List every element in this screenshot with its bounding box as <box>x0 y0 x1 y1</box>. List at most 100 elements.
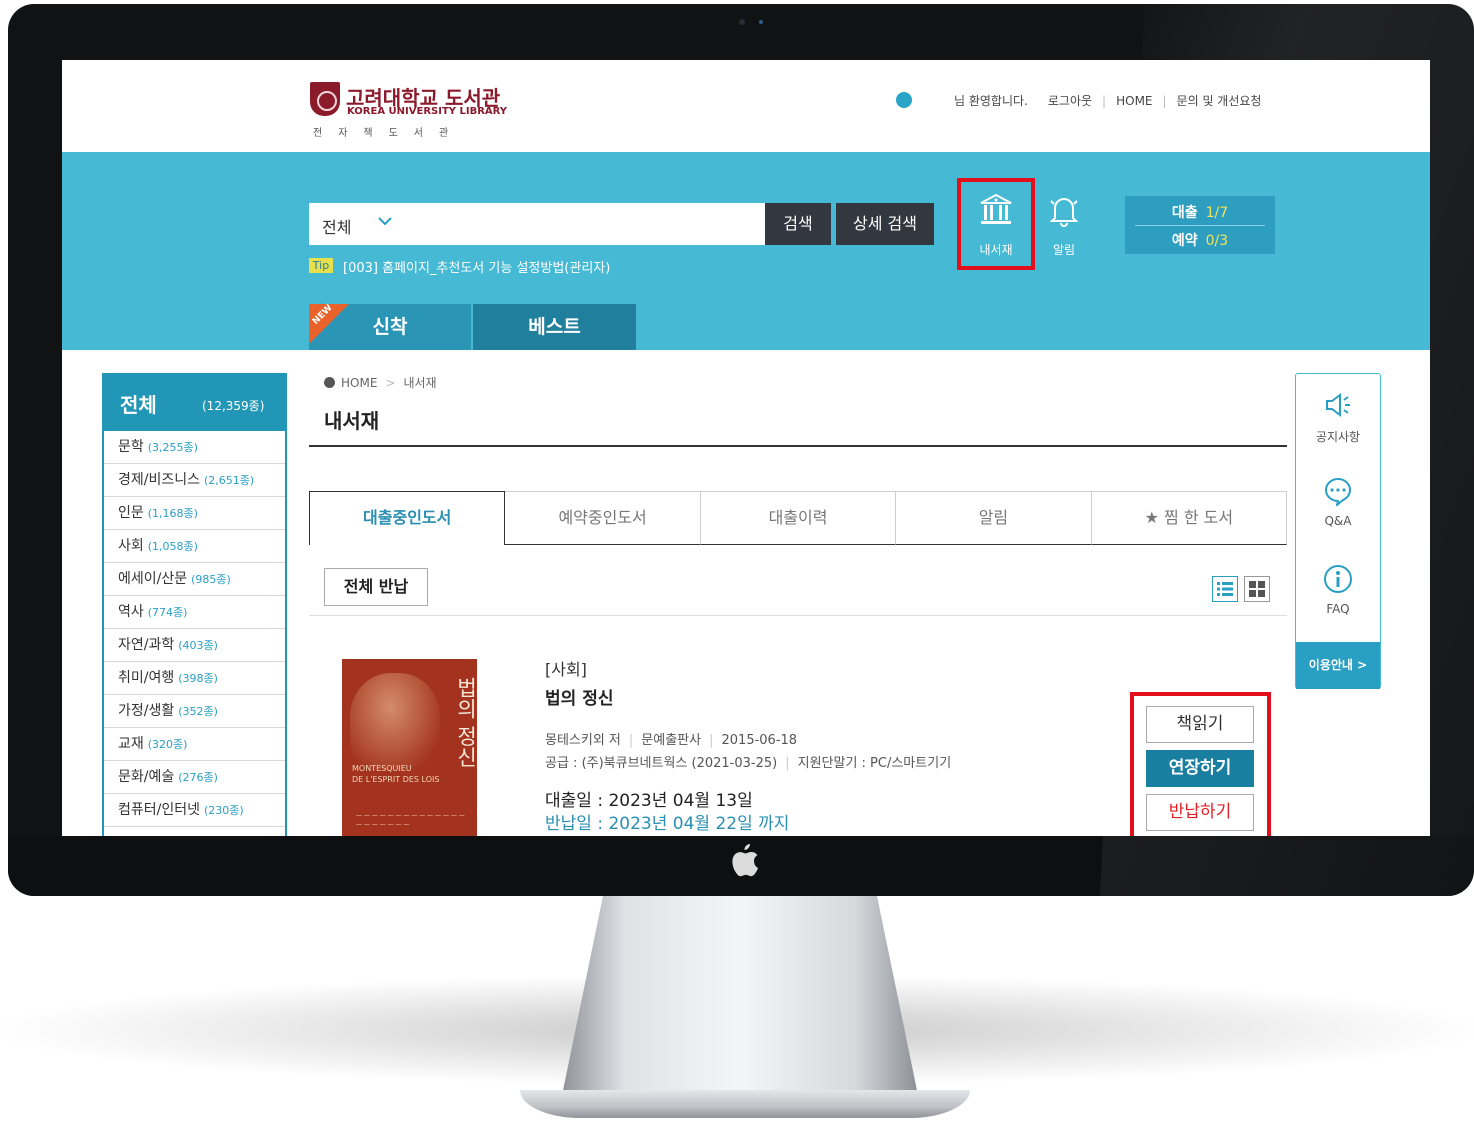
chevron-down-svg <box>378 217 392 226</box>
faq-button[interactable]: FAQ <box>1296 564 1380 616</box>
tab-reserved[interactable]: 예약중인도서 <box>505 491 701 545</box>
chevron-down-icon[interactable] <box>377 213 393 233</box>
category-count: (2,651종) <box>204 474 255 487</box>
category-item[interactable]: 역사 (774종) <box>104 596 285 629</box>
category-label: 문화/예술 <box>118 769 175 785</box>
search-button[interactable]: 검색 <box>765 203 831 245</box>
book-device: 지원단말기 : PC/스마트기기 <box>797 756 952 771</box>
breadcrumb-separator: > <box>385 376 396 390</box>
tab-on-loan[interactable]: 대출중인도서 <box>309 491 506 545</box>
loan-value: 1/7 <box>1205 205 1229 221</box>
logout-link[interactable]: 로그아웃 <box>1048 92 1092 109</box>
category-item[interactable]: 가정/생활 (352종) <box>104 695 285 728</box>
advanced-search-button[interactable]: 상세 검색 <box>836 203 934 245</box>
inquiry-link[interactable]: 문의 및 개선요청 <box>1177 92 1262 109</box>
page-title: 내서재 <box>324 409 380 433</box>
site-logo-tagline: 전자책도서관 <box>313 128 465 139</box>
book-supply-info: 공급 : (주)북큐브네트웍스 (2021-03-25) | 지원단말기 : PC/… <box>545 752 951 771</box>
category-label: 에세이/산문 <box>118 571 188 587</box>
category-item[interactable]: 자연/과학 (403종) <box>104 629 285 662</box>
chat-svg <box>1325 477 1351 508</box>
search-input[interactable]: 전체 <box>309 203 765 245</box>
cover-author-fr: MONTESQUIEU <box>352 764 412 773</box>
category-label: 취미/여행 <box>118 670 175 686</box>
tab-alarm[interactable]: 알림 <box>896 491 1092 545</box>
shelf-tabs: 대출중인도서 예약중인도서 대출이력 알림 ★ 찜 한 도서 <box>309 491 1288 545</box>
book-category: [사회] <box>545 660 587 679</box>
category-count: (774종) <box>147 606 188 619</box>
list-view-icon[interactable] <box>1212 576 1238 602</box>
separator: | <box>785 756 790 771</box>
info-svg <box>1324 565 1352 593</box>
category-label: 역사 <box>118 604 144 620</box>
reserve-status: 예약 0/3 <box>1125 230 1275 250</box>
list-view-svg <box>1217 582 1233 596</box>
category-all[interactable]: 전체 (12,359종) <box>102 373 287 431</box>
book-meta: 몽테스키외 저 | 문예출판사 | 2015-06-18 <box>545 729 797 748</box>
breadcrumb: HOME > 내서재 <box>324 374 437 391</box>
category-count: (320종) <box>147 738 188 751</box>
separator: | <box>1102 93 1107 108</box>
category-label: 가정/생활 <box>118 703 175 719</box>
book-author: 몽테스키외 저 <box>545 733 621 748</box>
alarm-label: 알림 <box>1052 243 1076 257</box>
home-link[interactable]: HOME <box>1116 94 1152 108</box>
category-count: (230종) <box>204 804 244 817</box>
book-title[interactable]: 법의 정신 <box>545 684 613 709</box>
category-all-count: (12,359종) <box>202 399 265 413</box>
category-all-label: 전체 <box>120 393 157 417</box>
highlight-box-actions <box>1130 692 1271 836</box>
faq-label: FAQ <box>1326 602 1350 616</box>
separator: | <box>628 733 634 748</box>
qa-button[interactable]: Q&A <box>1296 476 1380 528</box>
cover-title: 법의 정신 <box>454 677 477 768</box>
alarm-button[interactable]: 알림 <box>1034 192 1094 258</box>
megaphone-svg <box>1326 393 1350 417</box>
reserve-value: 0/3 <box>1205 233 1229 249</box>
search-scope-select[interactable]: 전체 <box>322 214 351 238</box>
category-count: (352종) <box>178 705 218 718</box>
cover-french-title: MONTESQUIEU DE L'ESPRIT DES LOIS <box>352 763 439 785</box>
category-item[interactable]: 인문 (1,168종) <box>104 497 285 530</box>
category-count: (985종) <box>191 573 231 586</box>
monitor-mockup: 고려대학교 도서관 KOREA UNIVERSITY LIBRARY 전자책도서… <box>0 0 1474 1121</box>
category-item[interactable]: 교재 (320종) <box>104 728 285 761</box>
qa-label: Q&A <box>1324 514 1352 528</box>
category-item[interactable]: 문학 (3,255종) <box>104 431 285 464</box>
category-item[interactable]: 경제/비즈니스 (2,651종) <box>104 464 285 497</box>
list-divider <box>309 615 1287 616</box>
notice-label: 공지사항 <box>1315 430 1361 444</box>
category-label: 문학 <box>118 439 144 455</box>
university-emblem-icon[interactable] <box>310 82 340 116</box>
home-icon <box>324 377 335 388</box>
tab-wishlist[interactable]: ★ 찜 한 도서 <box>1091 491 1288 545</box>
breadcrumb-home[interactable]: HOME <box>341 376 377 390</box>
loan-date: 대출일 : 2023년 04월 13일 <box>545 791 753 811</box>
category-list: 문학 (3,255종) 경제/비즈니스 (2,651종) 인문 (1,168종) 사회… <box>104 431 285 827</box>
separator: | <box>709 733 714 748</box>
apple-logo-svg <box>732 844 759 877</box>
breadcrumb-current: 내서재 <box>403 376 437 390</box>
grid-view-icon[interactable] <box>1244 576 1270 602</box>
guide-button[interactable]: 이용안내 > <box>1296 642 1380 689</box>
tip-link[interactable]: [003] 홈페이지_추천도서 기능 설정방법(관리자) <box>343 257 610 276</box>
category-item[interactable]: 문화/예술 (276종) <box>104 761 285 794</box>
tab-bestsellers[interactable]: 베스트 <box>473 304 636 350</box>
category-label: 사회 <box>118 538 144 554</box>
category-item[interactable]: 에세이/산문 (985종) <box>104 563 285 596</box>
title-divider <box>309 445 1287 447</box>
category-label: 자연/과학 <box>118 637 175 653</box>
category-item[interactable]: 취미/여행 (398종) <box>104 662 285 695</box>
category-item[interactable]: 컴퓨터/인터넷 (230종) <box>104 794 285 827</box>
browser-screen: 고려대학교 도서관 KOREA UNIVERSITY LIBRARY 전자책도서… <box>62 60 1430 836</box>
category-item[interactable]: 사회 (1,058종) <box>104 530 285 563</box>
category-count: (398종) <box>178 672 218 685</box>
cover-blurb: — — — — — — — — — — — — — — — — — — — — … <box>356 812 465 828</box>
notice-button[interactable]: 공지사항 <box>1296 390 1380 445</box>
return-all-button[interactable]: 전체 반납 <box>324 568 428 606</box>
category-count: (1,058종) <box>147 540 198 553</box>
tab-loan-history[interactable]: 대출이력 <box>700 491 897 545</box>
chat-bubble-icon <box>1296 476 1380 512</box>
apple-logo-icon <box>724 842 764 878</box>
book-cover-image[interactable]: 법의 정신 MONTESQUIEU DE L'ESPRIT DES LOIS — … <box>342 659 477 836</box>
